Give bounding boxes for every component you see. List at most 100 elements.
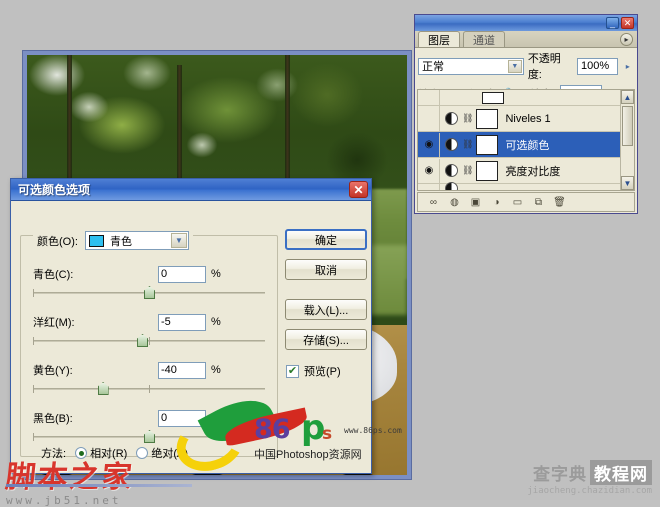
percent-symbol: % xyxy=(211,364,221,376)
radio-relative[interactable]: 相对(R) xyxy=(75,445,127,461)
link-icon[interactable]: ⛓ xyxy=(462,165,473,176)
color-select-value: 青色 xyxy=(109,235,132,248)
table-row[interactable]: ⛓ Niveles 1 xyxy=(418,106,634,132)
slider-yellow-label: 黄色(Y): xyxy=(33,365,73,377)
slider-magenta[interactable]: 洋红(M): -5 % xyxy=(33,313,265,349)
layer-mask-thumbnail[interactable] xyxy=(476,160,499,181)
layer-name[interactable]: 可选颜色 xyxy=(505,137,549,153)
slider-cyan-track[interactable] xyxy=(33,285,265,301)
radio-relative-indicator[interactable] xyxy=(75,447,88,459)
link-icon[interactable]: ⛓ xyxy=(462,139,473,150)
layer-mask-thumbnail[interactable] xyxy=(476,108,499,129)
scroll-down-button[interactable]: ▼ xyxy=(621,176,634,190)
layers-scrollbar[interactable]: ▲ ▼ xyxy=(620,90,634,190)
selective-color-dialog[interactable]: 可选颜色选项 ✕ 颜色(O): 青色 ▼ 青色(C): 0 % 洋红(M): -… xyxy=(10,178,372,474)
slider-black-label: 黑色(B): xyxy=(33,413,73,425)
layer-style-icon[interactable]: ◍ xyxy=(445,194,464,210)
panel-menu-icon[interactable]: ▸ xyxy=(620,33,633,46)
slider-cyan[interactable]: 青色(C): 0 % xyxy=(33,265,265,301)
eye-icon[interactable]: ◉ xyxy=(425,165,434,176)
visibility-toggle[interactable] xyxy=(419,178,440,190)
table-row[interactable]: ◉ ⛓ 亮度对比度 xyxy=(418,158,634,184)
slider-cyan-label: 青色(C): xyxy=(33,269,74,281)
scrollbar-thumb[interactable] xyxy=(622,106,633,146)
chevron-down-icon[interactable]: ▼ xyxy=(507,59,522,73)
layer-mask-icon[interactable]: ▣ xyxy=(466,194,485,210)
slider-yellow-input[interactable]: -40 xyxy=(158,361,206,379)
slider-yellow[interactable]: 黄色(Y): -40 % xyxy=(33,361,265,397)
load-button[interactable]: 载入(L)... xyxy=(285,299,367,320)
radio-absolute-label: 绝对(A) xyxy=(151,448,189,460)
visibility-toggle[interactable]: ◉ xyxy=(419,132,440,157)
close-icon[interactable]: ✕ xyxy=(621,17,634,29)
blend-mode-select[interactable]: 正常 ▼ xyxy=(418,57,524,75)
tree-trunk xyxy=(285,55,290,195)
color-select[interactable]: 青色 ▼ xyxy=(84,231,189,250)
new-group-icon[interactable]: ▭ xyxy=(508,194,527,210)
slider-yellow-track[interactable] xyxy=(33,381,265,397)
slider-magenta-input[interactable]: -5 xyxy=(158,313,206,331)
adjustment-layer-icon xyxy=(445,138,458,151)
adjustment-layer-icon xyxy=(445,112,458,125)
slider-magenta-track[interactable] xyxy=(33,333,265,349)
minimize-icon[interactable]: _ xyxy=(606,17,619,29)
save-button[interactable]: 存储(S)... xyxy=(285,329,367,350)
slider-black-input[interactable]: 0 xyxy=(158,409,206,427)
opacity-input[interactable]: 100% xyxy=(577,57,618,75)
opacity-label: 不透明度: xyxy=(527,53,561,81)
link-icon[interactable]: ⛓ xyxy=(462,113,473,124)
dialog-titlebar[interactable]: 可选颜色选项 ✕ xyxy=(11,179,371,201)
radio-relative-label: 相对(R) xyxy=(90,448,128,460)
layer-name[interactable]: Niveles 1 xyxy=(505,113,550,125)
slider-magenta-thumb[interactable] xyxy=(137,334,149,347)
radio-absolute[interactable]: 绝对(A) xyxy=(136,445,188,461)
slider-black-thumb[interactable] xyxy=(144,430,155,443)
tab-layers[interactable]: 图层 xyxy=(418,31,460,47)
layers-panel-tabs[interactable]: 图层 通道 ▸ xyxy=(415,31,637,48)
slider-black-track[interactable] xyxy=(33,429,265,445)
watermark-chazidian-b: 教程网 xyxy=(590,460,652,485)
layer-name[interactable]: 亮度对比度 xyxy=(505,163,560,179)
table-row[interactable] xyxy=(418,90,634,110)
layers-panel-titlebar[interactable]: _ ✕ xyxy=(415,15,637,31)
slider-cyan-input[interactable]: 0 xyxy=(158,265,206,283)
table-row[interactable]: ◉ ⛓ 可选颜色 xyxy=(418,132,634,158)
watermark-jb51-url: www.jb51.net xyxy=(6,494,122,507)
layers-panel[interactable]: _ ✕ 图层 通道 ▸ 正常 ▼ 不透明度: 100% ▸ 锁定: ▧ ✎ ✛ … xyxy=(414,14,638,214)
eye-icon[interactable]: ◉ xyxy=(425,139,434,150)
percent-symbol: % xyxy=(211,412,221,424)
color-select-row[interactable]: 颜色(O): 青色 ▼ xyxy=(33,231,193,250)
blend-mode-value: 正常 xyxy=(422,61,444,73)
chevron-down-icon[interactable]: ▼ xyxy=(170,233,187,248)
new-layer-icon[interactable]: ⧉ xyxy=(529,194,548,210)
delete-layer-icon[interactable]: 🗑 xyxy=(550,194,569,210)
track-tick xyxy=(33,337,34,345)
tab-channels[interactable]: 通道 xyxy=(463,31,505,47)
preview-checkbox[interactable]: ✔ xyxy=(286,364,299,378)
adjustment-layer-icon[interactable]: ◑ xyxy=(487,194,506,210)
track-tick xyxy=(33,289,34,297)
watermark-chazidian: 查字典 教程网 jiaocheng.chazidian.com xyxy=(527,460,652,496)
percent-symbol: % xyxy=(211,316,221,328)
visibility-toggle[interactable] xyxy=(419,106,440,131)
link-layers-icon[interactable]: ∞ xyxy=(424,194,443,210)
method-row[interactable]: 方法: 相对(R) 绝对(A) xyxy=(41,445,188,461)
watermark-chazidian-url: jiaocheng.chazidian.com xyxy=(527,486,652,496)
preview-checkbox-row[interactable]: ✔ 预览(P) xyxy=(286,363,341,379)
ok-button[interactable]: 确定 xyxy=(285,229,367,250)
slider-black[interactable]: 黑色(B): 0 % xyxy=(33,409,265,445)
close-icon[interactable]: ✕ xyxy=(349,181,368,198)
radio-absolute-indicator[interactable] xyxy=(136,447,149,459)
cancel-button[interactable]: 取消 xyxy=(285,259,367,280)
opacity-spinner-icon[interactable]: ▸ xyxy=(622,58,634,75)
layer-mask-thumbnail[interactable] xyxy=(476,134,499,155)
layer-thumbnail[interactable] xyxy=(482,91,504,104)
table-row[interactable] xyxy=(418,178,634,190)
blend-mode-row[interactable]: 正常 ▼ 不透明度: 100% ▸ xyxy=(415,48,637,84)
scroll-up-button[interactable]: ▲ xyxy=(621,90,634,104)
slider-yellow-thumb[interactable] xyxy=(97,382,109,395)
track-tick xyxy=(149,385,150,393)
layers-panel-toolbar[interactable]: ∞ ◍ ▣ ◑ ▭ ⧉ 🗑 xyxy=(417,192,635,212)
slider-cyan-thumb[interactable] xyxy=(144,286,155,299)
layers-list[interactable]: ⛓ Niveles 1 ◉ ⛓ 可选颜色 ◉ ⛓ 亮度对比度 ▲ ▼ xyxy=(417,89,635,191)
